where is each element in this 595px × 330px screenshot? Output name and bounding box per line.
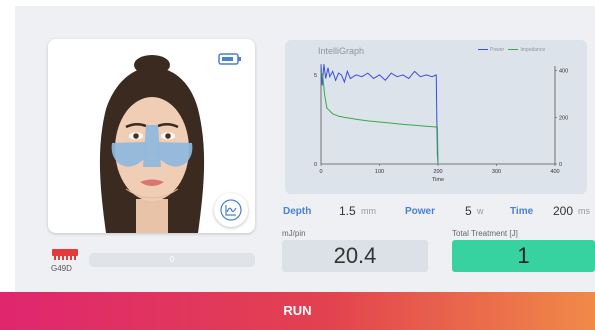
handpiece-label: G49D [51, 264, 72, 273]
time-value[interactable]: 200 [553, 204, 573, 218]
time-label: Time [510, 206, 534, 217]
treatment-zone-nose [143, 125, 161, 167]
battery-icon[interactable] [218, 52, 242, 66]
depth-unit: mm [361, 206, 376, 216]
graph-toggle-button[interactable] [214, 193, 248, 227]
total-label: Total Treatment [J] [452, 229, 518, 238]
depth-value[interactable]: 1.5 [339, 204, 356, 218]
y-right-tick-label: 400 [559, 69, 568, 75]
graph-icon [220, 199, 242, 221]
power-series-line [320, 64, 439, 165]
handpiece-icon[interactable] [52, 249, 78, 260]
energy-value: 20.4 [282, 240, 428, 272]
treatment-progress-bar: 0 [89, 253, 255, 267]
x-tick-label: 300 [492, 169, 501, 175]
impedance-series-line [320, 71, 439, 165]
time-unit: ms [578, 206, 590, 216]
total-treatment-value: 1 [452, 240, 595, 272]
x-tick-label: 200 [433, 169, 442, 175]
y-right-tick-label: 200 [559, 115, 568, 121]
x-tick-label: 400 [550, 169, 559, 175]
power-value[interactable]: 5 [465, 204, 472, 218]
x-tick-label: 100 [375, 169, 384, 175]
depth-label: Depth [283, 206, 312, 217]
y-right-tick-label: 0 [559, 162, 562, 168]
y-left-tick-label: 5 [314, 73, 317, 79]
intelligraph-chart: 0 100 200 300 400 Time 0 5 0 200 400 [314, 64, 568, 183]
power-label: Power [405, 206, 436, 217]
energy-label: mJ/pin [282, 229, 306, 238]
run-button[interactable]: RUN [0, 292, 595, 330]
y-left-tick-label: 0 [314, 162, 317, 168]
x-axis-title: Time [432, 177, 444, 183]
power-unit: w [477, 206, 484, 216]
progress-value: 0 [169, 255, 175, 264]
x-tick-label: 0 [319, 169, 322, 175]
